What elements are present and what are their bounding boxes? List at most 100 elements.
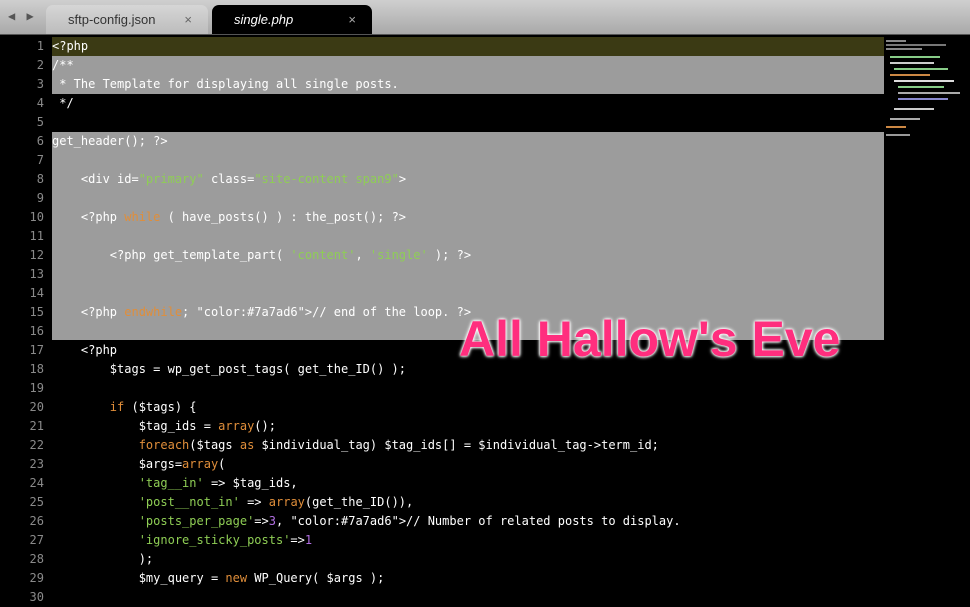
- code-text: if ($tags) {: [109, 400, 197, 414]
- code-line[interactable]: 3 * The Template for displaying all sing…: [37, 75, 970, 94]
- line-number: 28: [0, 550, 44, 569]
- line-number: 19: [0, 379, 44, 398]
- line-number-text: 22: [29, 438, 44, 452]
- line-number: 13: [0, 265, 44, 284]
- line-number-text: 3: [36, 77, 44, 91]
- tab-label: single.php: [234, 12, 294, 27]
- code-line[interactable]: 27 'ignore_sticky_posts'=>1: [30, 531, 970, 550]
- close-icon[interactable]: ×: [184, 5, 192, 34]
- code-line[interactable]: 29 $my_query = new WP_Query( $args );: [30, 569, 970, 588]
- line-number-text: 9: [36, 191, 44, 205]
- code-text: <?php endwhile; "color:#7a7ad6">// end o…: [52, 305, 472, 319]
- line-number-text: 30: [29, 590, 44, 604]
- code-line[interactable]: 4 */: [37, 94, 970, 113]
- line-number: 18: [0, 360, 44, 379]
- code-line[interactable]: 7: [37, 151, 970, 170]
- code-text: <div id="primary" class="site-content sp…: [52, 172, 407, 186]
- line-number: 3: [0, 75, 44, 94]
- line-number: 5: [0, 113, 44, 132]
- line-number-text: 5: [36, 115, 44, 129]
- code-text: $my_query = new WP_Query( $args );: [52, 571, 385, 585]
- code-text: <?php: [52, 39, 89, 53]
- tab-label: sftp-config.json: [68, 12, 156, 27]
- line-number: 10: [0, 208, 44, 227]
- code-line[interactable]: 30: [30, 588, 970, 607]
- code-line[interactable]: 21 $tag_ids = array();: [30, 417, 970, 436]
- code-text: 'posts_per_page'=>3, "color:#7a7ad6">// …: [138, 514, 681, 528]
- code-line[interactable]: 28 );: [30, 550, 970, 569]
- line-number: 15: [0, 303, 44, 322]
- line-number: 11: [0, 227, 44, 246]
- line-number-text: 11: [29, 229, 44, 243]
- code-text: */: [52, 96, 74, 110]
- code-line[interactable]: 26 'posts_per_page'=>3, "color:#7a7ad6">…: [30, 512, 970, 531]
- code-text: $tag_ids = array();: [52, 419, 276, 433]
- line-number: 1: [0, 37, 44, 56]
- line-number: 9: [0, 189, 44, 208]
- code-line[interactable]: 1 <?php: [37, 37, 970, 56]
- code-line[interactable]: 6 get_header(); ?>: [37, 132, 970, 151]
- line-number: 24: [0, 474, 44, 493]
- line-number: 25: [0, 493, 44, 512]
- line-number-text: 14: [29, 286, 44, 300]
- line-number-text: 8: [36, 172, 44, 186]
- code-text: foreach($tags as $individual_tag) $tag_i…: [138, 438, 659, 452]
- code-line[interactable]: 19: [30, 379, 970, 398]
- line-number: 14: [0, 284, 44, 303]
- code-line[interactable]: 22 foreach($tags as $individual_tag) $ta…: [30, 436, 970, 455]
- code-text: * The Template for displaying all single…: [52, 77, 399, 91]
- code-line[interactable]: 25 'post__not_in' => array(get_the_ID())…: [30, 493, 970, 512]
- line-number-text: 24: [29, 476, 44, 490]
- line-number: 7: [0, 151, 44, 170]
- code-text: 'ignore_sticky_posts'=>1: [138, 533, 313, 547]
- line-number: 12: [0, 246, 44, 265]
- line-number-text: 19: [29, 381, 44, 395]
- code-line[interactable]: 13: [30, 265, 970, 284]
- line-number: 29: [0, 569, 44, 588]
- line-number-text: 29: [29, 571, 44, 585]
- code-line[interactable]: 9: [37, 189, 970, 208]
- code-text: <?php while ( have_posts() ) : the_post(…: [52, 210, 407, 224]
- line-number-text: 17: [29, 343, 44, 357]
- line-number: 16: [0, 322, 44, 341]
- code-text: <?php: [52, 343, 118, 357]
- minimap[interactable]: [884, 38, 970, 148]
- line-number: 8: [0, 170, 44, 189]
- tab-bar: ◀ ▶ sftp-config.json × single.php ×: [0, 0, 970, 35]
- line-number: 4: [0, 94, 44, 113]
- line-number-text: 1: [36, 39, 44, 53]
- line-number-text: 27: [29, 533, 44, 547]
- code-line[interactable]: 11: [30, 227, 970, 246]
- line-number: 6: [0, 132, 44, 151]
- code-line[interactable]: 12 <?php get_template_part( 'content', '…: [30, 246, 970, 265]
- line-number: 17: [0, 341, 44, 360]
- code-line[interactable]: 14: [30, 284, 970, 303]
- line-number: 20: [0, 398, 44, 417]
- line-number: 23: [0, 455, 44, 474]
- code-line[interactable]: 24 'tag__in' => $tag_ids,: [30, 474, 970, 493]
- overlay-title: All Hallow's Eve: [459, 311, 841, 367]
- code-line[interactable]: 2 /**: [37, 56, 970, 75]
- code-line[interactable]: 8 <div id="primary" class="site-content …: [37, 170, 970, 189]
- tab-sftp-config[interactable]: sftp-config.json ×: [46, 5, 208, 34]
- close-icon[interactable]: ×: [348, 5, 356, 34]
- code-line[interactable]: 10 <?php while ( have_posts() ) : the_po…: [30, 208, 970, 227]
- line-number: 27: [0, 531, 44, 550]
- tab-single-php[interactable]: single.php ×: [212, 5, 372, 34]
- code-line[interactable]: 20 if ($tags) {: [30, 398, 970, 417]
- line-number-text: 15: [29, 305, 44, 319]
- code-line[interactable]: 5: [37, 113, 970, 132]
- tab-nav-arrows[interactable]: ◀ ▶: [8, 9, 36, 23]
- line-number-text: 16: [29, 324, 44, 338]
- line-number-text: 21: [29, 419, 44, 433]
- line-number: 21: [0, 417, 44, 436]
- line-number-text: 4: [36, 96, 44, 110]
- line-number: 26: [0, 512, 44, 531]
- line-number: 22: [0, 436, 44, 455]
- code-text: $args=array(: [52, 457, 226, 471]
- code-text: get_header(); ?>: [52, 134, 168, 148]
- code-text: 'tag__in' => $tag_ids,: [138, 476, 298, 490]
- code-text: <?php get_template_part( 'content', 'sin…: [52, 248, 472, 262]
- code-line[interactable]: 23 $args=array(: [30, 455, 970, 474]
- line-number-text: 6: [36, 134, 44, 148]
